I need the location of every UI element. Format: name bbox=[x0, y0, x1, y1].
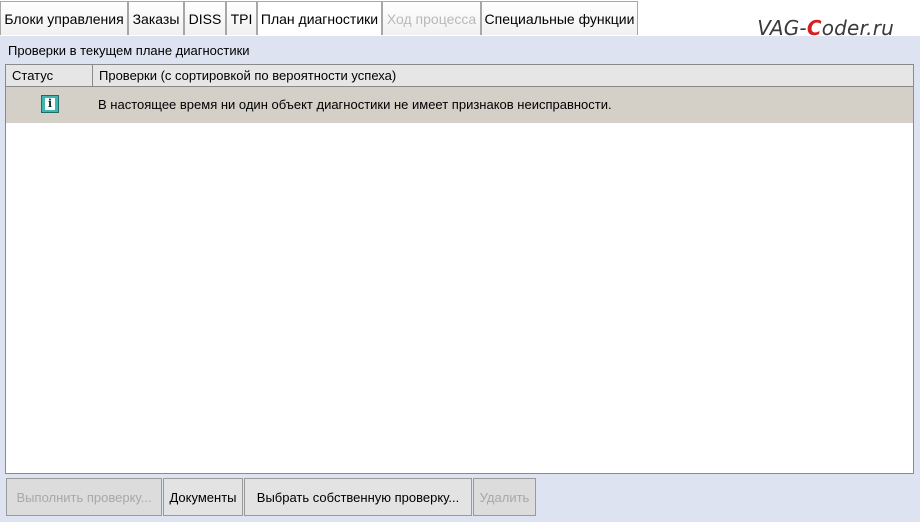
tab-tpi[interactable]: TPI bbox=[226, 1, 257, 35]
column-header-checks[interactable]: Проверки (с сортировкой по вероятности у… bbox=[93, 65, 913, 86]
tab-special-functions[interactable]: Специальные функции bbox=[481, 1, 638, 35]
watermark-logo: VAG-Coder.ru bbox=[757, 16, 894, 40]
section-title: Проверки в текущем плане диагностики bbox=[8, 43, 250, 58]
tab-control-units[interactable]: Блоки управления bbox=[0, 1, 128, 35]
info-icon: i bbox=[41, 95, 59, 113]
documents-button[interactable]: Документы bbox=[163, 478, 243, 516]
column-header-status[interactable]: Статус bbox=[6, 65, 93, 86]
table-header: Статус Проверки (с сортировкой по вероят… bbox=[6, 65, 913, 87]
row-message: В настоящее время ни один объект диагнос… bbox=[98, 97, 612, 112]
tab-bar: Блоки управления Заказы DISS TPI План ди… bbox=[0, 0, 920, 40]
delete-button: Удалить bbox=[473, 478, 536, 516]
tab-diagnostic-plan[interactable]: План диагностики bbox=[257, 1, 382, 35]
select-own-check-button[interactable]: Выбрать собственную проверку... bbox=[244, 478, 472, 516]
tab-process-progress: Ход процесса bbox=[382, 1, 481, 35]
checks-table: Статус Проверки (с сортировкой по вероят… bbox=[5, 64, 914, 474]
table-row[interactable]: i В настоящее время ни один объект диагн… bbox=[6, 87, 913, 123]
tab-orders[interactable]: Заказы bbox=[128, 1, 184, 35]
tab-diss[interactable]: DISS bbox=[184, 1, 226, 35]
run-check-button: Выполнить проверку... bbox=[6, 478, 162, 516]
